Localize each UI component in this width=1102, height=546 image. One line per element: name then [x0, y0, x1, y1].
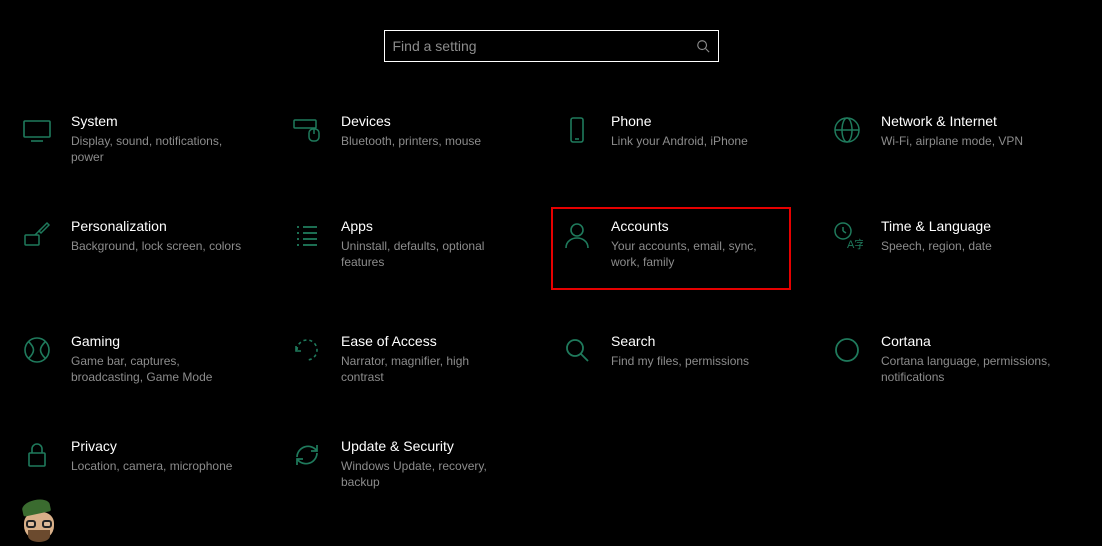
tile-desc: Background, lock screen, colors	[71, 238, 243, 254]
tile-update-security[interactable]: Update & Security Windows Update, recove…	[281, 427, 521, 500]
tile-title: Search	[611, 332, 783, 350]
tile-title: Apps	[341, 217, 513, 235]
author-avatar-watermark	[18, 500, 64, 546]
tile-privacy[interactable]: Privacy Location, camera, microphone	[11, 427, 251, 500]
tile-devices[interactable]: Devices Bluetooth, printers, mouse	[281, 102, 521, 175]
paintbrush-icon	[19, 219, 55, 255]
time-language-icon: A字	[829, 219, 865, 255]
tile-title: Ease of Access	[341, 332, 513, 350]
tile-desc: Cortana language, permissions, notificat…	[881, 353, 1053, 385]
tile-desc: Wi-Fi, airplane mode, VPN	[881, 133, 1053, 149]
tile-title: Personalization	[71, 217, 243, 235]
search-box[interactable]	[384, 30, 719, 62]
tile-time-language[interactable]: A字 Time & Language Speech, region, date	[821, 207, 1061, 290]
search-icon	[696, 39, 710, 53]
search-bar-container	[0, 0, 1102, 102]
tile-title: Update & Security	[341, 437, 513, 455]
tile-accounts[interactable]: Accounts Your accounts, email, sync, wor…	[551, 207, 791, 290]
search-input[interactable]	[393, 38, 696, 54]
xbox-icon	[19, 334, 55, 370]
tile-network[interactable]: Network & Internet Wi-Fi, airplane mode,…	[821, 102, 1061, 175]
svg-text:A字: A字	[847, 237, 863, 251]
tile-desc: Game bar, captures, broadcasting, Game M…	[71, 353, 243, 385]
tile-search[interactable]: Search Find my files, permissions	[551, 322, 791, 395]
tile-title: Gaming	[71, 332, 243, 350]
person-icon	[559, 219, 595, 255]
tile-title: Phone	[611, 112, 783, 130]
tile-system[interactable]: System Display, sound, notifications, po…	[11, 102, 251, 175]
tile-desc: Find my files, permissions	[611, 353, 783, 369]
tile-title: Devices	[341, 112, 513, 130]
tile-personalization[interactable]: Personalization Background, lock screen,…	[11, 207, 251, 290]
phone-icon	[559, 114, 595, 150]
tile-title: Cortana	[881, 332, 1053, 350]
globe-icon	[829, 114, 865, 150]
tile-cortana[interactable]: Cortana Cortana language, permissions, n…	[821, 322, 1061, 395]
tile-gaming[interactable]: Gaming Game bar, captures, broadcasting,…	[11, 322, 251, 395]
tile-title: Accounts	[611, 217, 783, 235]
update-icon	[289, 439, 325, 475]
system-icon	[19, 114, 55, 150]
tile-phone[interactable]: Phone Link your Android, iPhone	[551, 102, 791, 175]
tile-ease-of-access[interactable]: Ease of Access Narrator, magnifier, high…	[281, 322, 521, 395]
tile-desc: Narrator, magnifier, high contrast	[341, 353, 513, 385]
lock-icon	[19, 439, 55, 475]
cortana-icon	[829, 334, 865, 370]
tile-desc: Your accounts, email, sync, work, family	[611, 238, 783, 270]
tile-desc: Uninstall, defaults, optional features	[341, 238, 513, 270]
tile-desc: Speech, region, date	[881, 238, 1053, 254]
tile-title: Network & Internet	[881, 112, 1053, 130]
tile-apps[interactable]: Apps Uninstall, defaults, optional featu…	[281, 207, 521, 290]
apps-list-icon	[289, 219, 325, 255]
search-icon	[559, 334, 595, 370]
tile-desc: Bluetooth, printers, mouse	[341, 133, 513, 149]
ease-of-access-icon	[289, 334, 325, 370]
tile-desc: Location, camera, microphone	[71, 458, 243, 474]
tile-title: System	[71, 112, 243, 130]
devices-icon	[289, 114, 325, 150]
tile-title: Privacy	[71, 437, 243, 455]
tile-desc: Link your Android, iPhone	[611, 133, 783, 149]
tile-desc: Display, sound, notifications, power	[71, 133, 243, 165]
tile-title: Time & Language	[881, 217, 1053, 235]
settings-grid: System Display, sound, notifications, po…	[0, 102, 1102, 500]
tile-desc: Windows Update, recovery, backup	[341, 458, 513, 490]
